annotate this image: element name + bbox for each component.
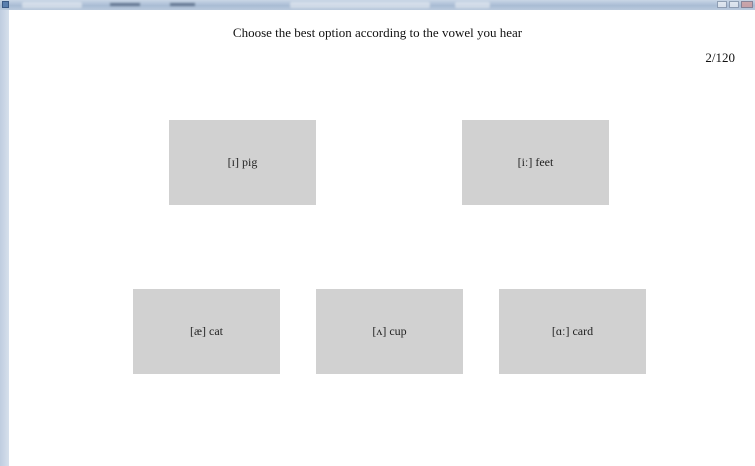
option-label: [æ] cat	[190, 324, 223, 338]
close-button[interactable]	[741, 1, 753, 8]
title-bar-blurred-text	[22, 2, 82, 8]
title-bar-decoration	[110, 3, 140, 6]
option-button-pig[interactable]: [ɪ] pig	[169, 120, 316, 205]
title-bar-blurred-text	[455, 2, 490, 8]
option-label: [ʌ] cup	[372, 324, 407, 338]
app-icon	[2, 1, 9, 8]
question-counter: 2/120	[705, 50, 735, 65]
window-left-border	[0, 10, 9, 466]
window-controls	[717, 1, 753, 9]
option-button-cat[interactable]: [æ] cat	[133, 289, 280, 374]
maximize-button[interactable]	[729, 1, 739, 8]
title-bar-decoration	[170, 3, 195, 6]
quiz-window: Choose the best option according to the …	[0, 0, 755, 466]
title-bar-blurred-text	[290, 2, 430, 8]
instruction-text: Choose the best option according to the …	[232, 25, 523, 40]
option-button-feet[interactable]: [iː] feet	[462, 120, 609, 205]
option-label: [ɑː] card	[551, 324, 594, 338]
option-button-cup[interactable]: [ʌ] cup	[316, 289, 463, 374]
option-label: [ɪ] pig	[227, 155, 258, 169]
window-title-bar	[0, 0, 755, 10]
option-button-card[interactable]: [ɑː] card	[499, 289, 646, 374]
minimize-button[interactable]	[717, 1, 727, 8]
option-label: [iː] feet	[517, 155, 554, 169]
